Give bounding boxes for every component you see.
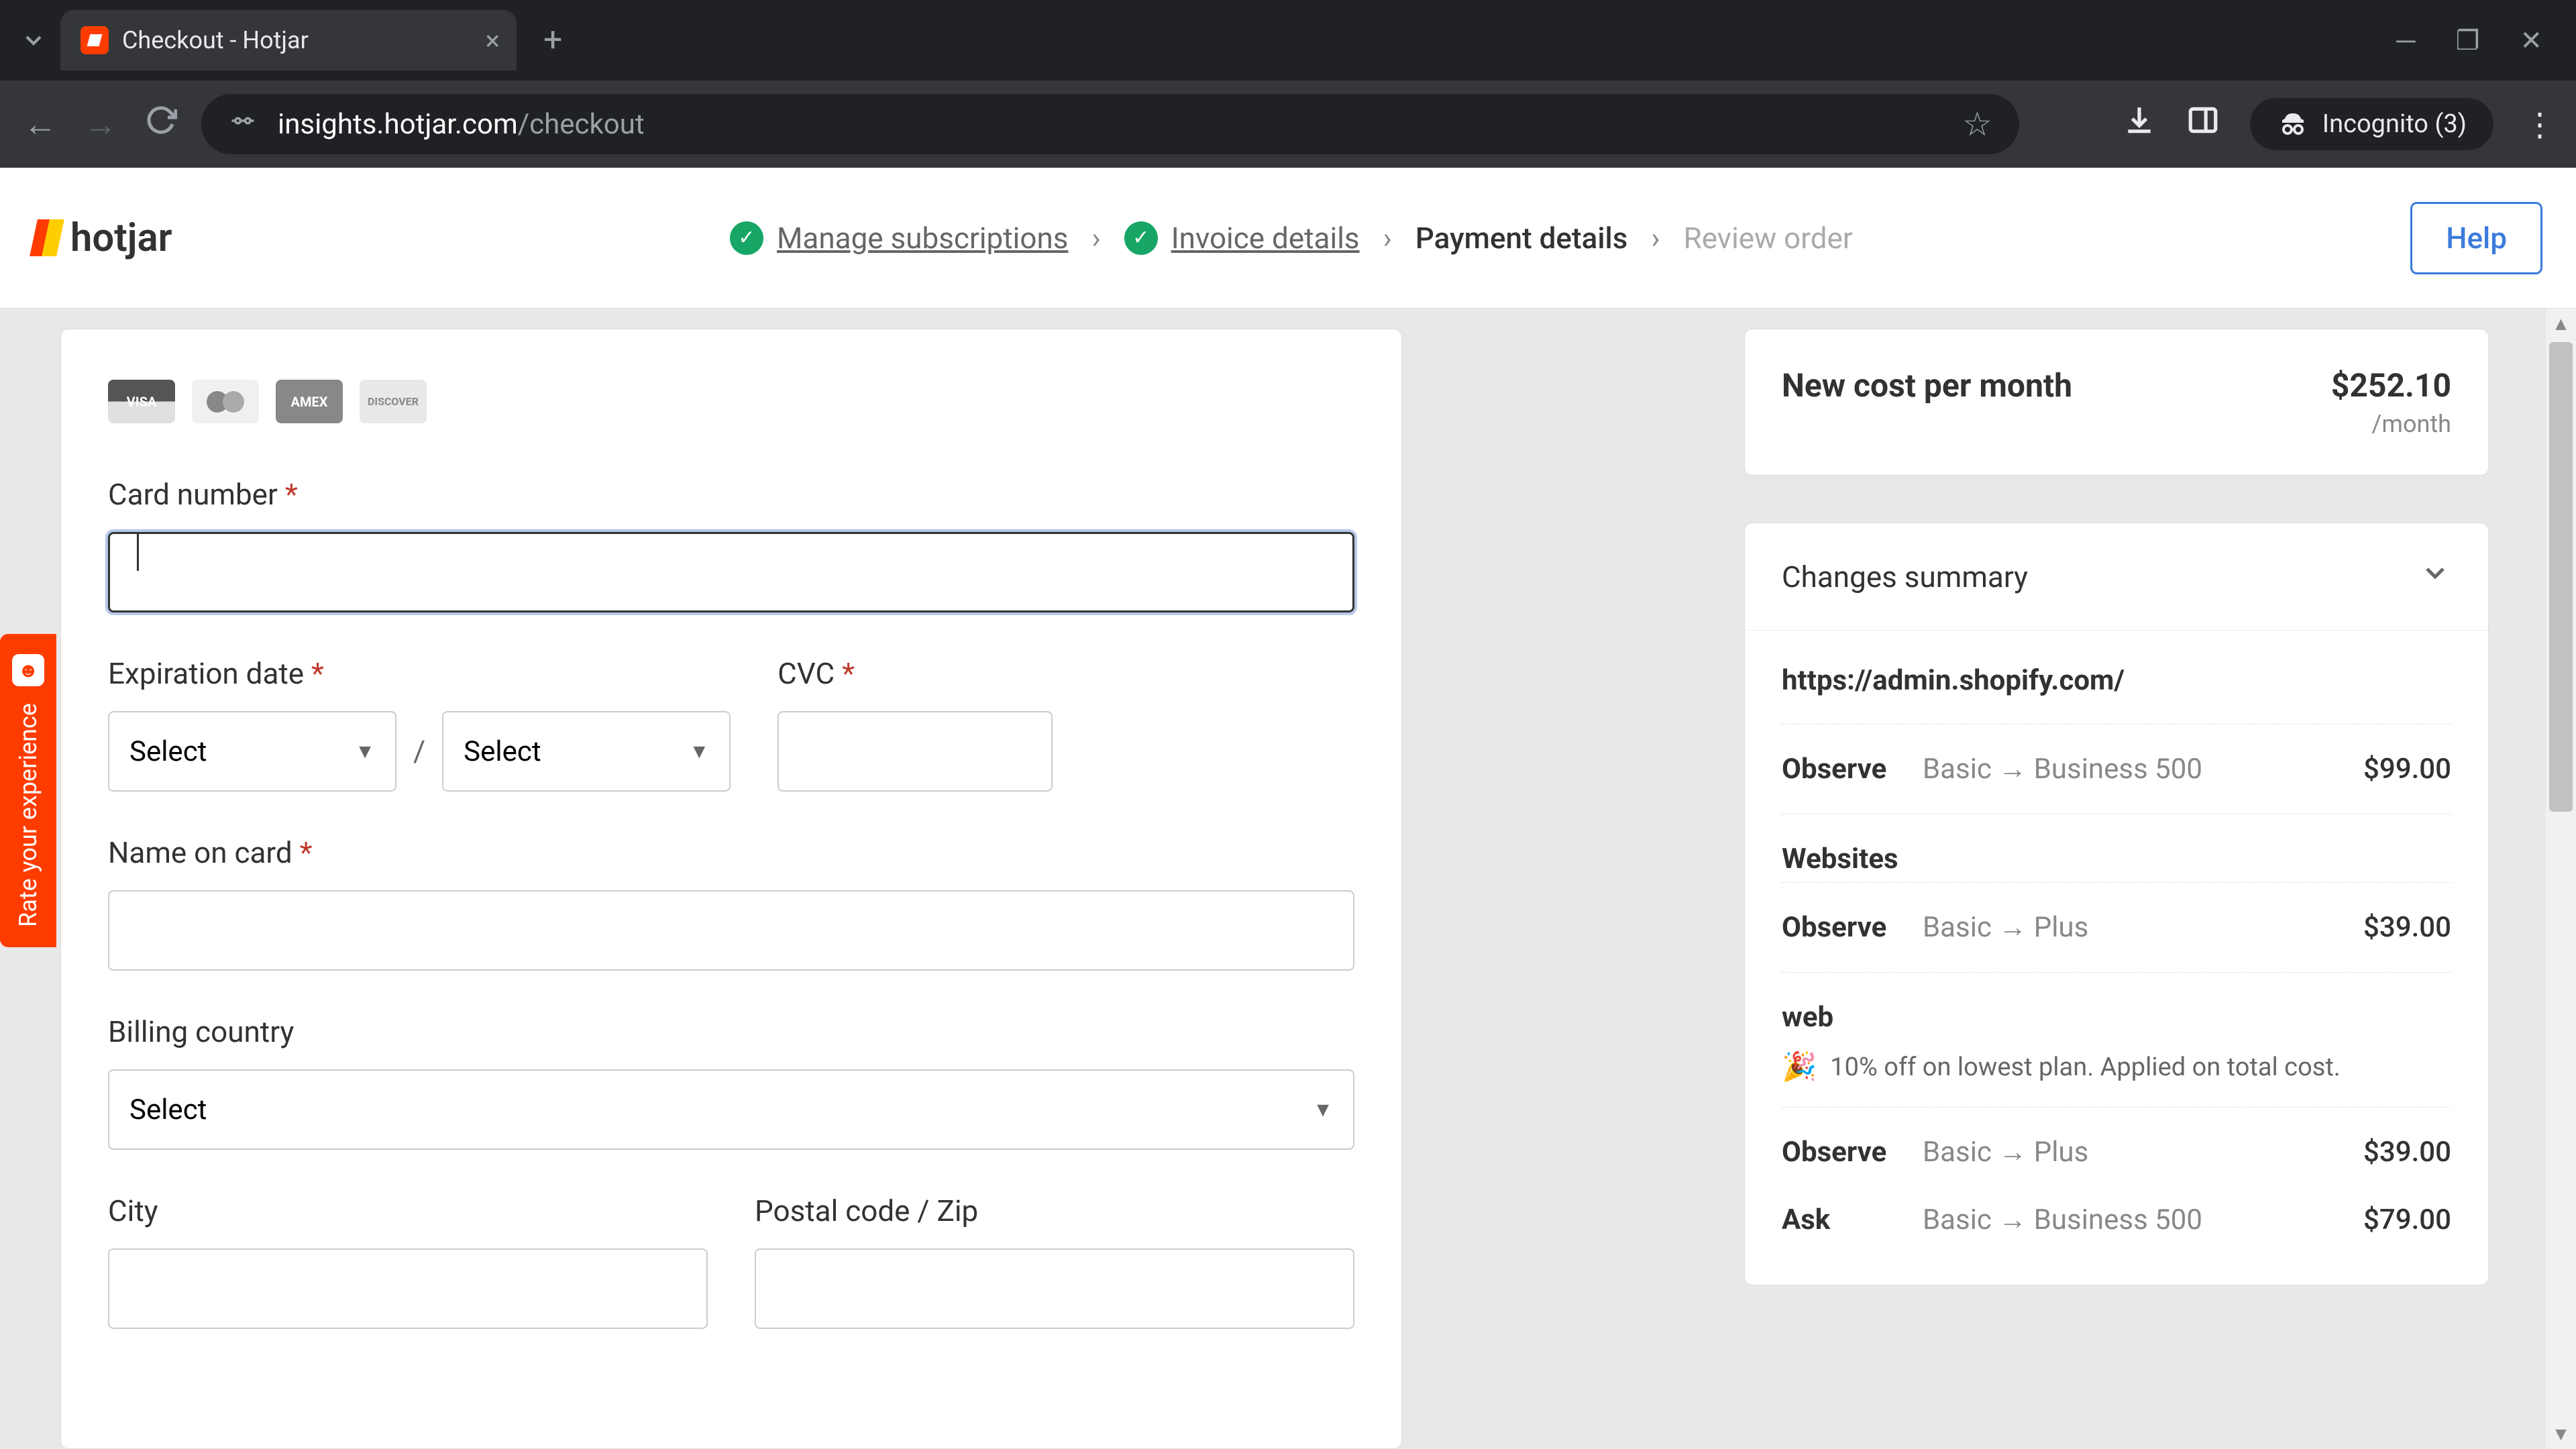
order-summary: New cost per month $252.10 /month Change… [1744, 329, 2489, 1449]
close-window-button[interactable]: ✕ [2520, 25, 2542, 56]
expiration-month-select[interactable]: Select ▼ [108, 711, 396, 792]
cost-amount: $252.10 [2331, 366, 2451, 405]
browser-chrome: Checkout - Hotjar × + ─ ❐ ✕ ← → insights… [0, 0, 2576, 168]
city-input[interactable] [108, 1248, 708, 1329]
chevron-down-icon: ▼ [355, 740, 375, 763]
changes-summary-card: Changes summary https://admin.shopify.co… [1744, 523, 2489, 1285]
date-separator: / [413, 734, 425, 769]
name-on-card-label: Name on card * [108, 835, 1354, 870]
address-bar[interactable]: insights.hotjar.com/checkout ☆ [201, 94, 2019, 154]
hotjar-logo-mark [34, 219, 60, 256]
scroll-up-arrow[interactable]: ▲ [2546, 309, 2576, 339]
crumb-invoice-details[interactable]: ✓ Invoice details [1124, 221, 1360, 256]
expiration-year-select[interactable]: Select ▼ [442, 711, 731, 792]
cost-period: /month [2331, 410, 2451, 438]
name-on-card-input[interactable] [108, 890, 1354, 971]
billing-country-select[interactable]: Select ▼ [108, 1069, 1354, 1150]
party-icon: 🎉 [1782, 1051, 1817, 1083]
incognito-badge[interactable]: Incognito (3) [2250, 98, 2493, 150]
card-number-label: Card number * [108, 477, 1354, 512]
mastercard-icon [192, 380, 259, 423]
discover-icon: DISCOVER [360, 380, 427, 423]
chevron-down-icon [2419, 557, 2451, 596]
discount-note: 🎉 10% off on lowest plan. Applied on tot… [1782, 1040, 2451, 1107]
postal-code-input[interactable] [755, 1248, 1354, 1329]
back-button[interactable]: ← [20, 105, 60, 144]
app-header: hotjar ✓ Manage subscriptions › ✓ Invoic… [0, 168, 2576, 309]
menu-icon[interactable]: ⋮ [2524, 105, 2556, 144]
card-number-input[interactable] [108, 532, 1354, 612]
chevron-right-icon: › [1651, 221, 1660, 256]
feedback-tab[interactable]: Rate your experience ☻ [0, 634, 56, 947]
site-url: https://admin.shopify.com/ [1782, 631, 2451, 724]
cvc-label: CVC * [777, 656, 1354, 691]
change-row: Observe Basic → Plus $39.00 [1782, 882, 2451, 972]
smiley-icon: ☻ [12, 654, 44, 686]
change-row: Observe Basic → Business 500 $99.00 [1782, 724, 2451, 814]
site-url: Websites [1782, 814, 2451, 882]
chevron-right-icon: › [1091, 221, 1100, 256]
chevron-down-icon: ▼ [1313, 1098, 1333, 1122]
downloads-icon[interactable] [2123, 103, 2156, 145]
amex-icon: AMEX [276, 380, 343, 423]
help-button[interactable]: Help [2410, 202, 2542, 274]
new-tab-button[interactable]: + [543, 21, 562, 60]
site-url: web [1782, 972, 2451, 1040]
reload-button[interactable] [141, 104, 181, 145]
city-label: City [108, 1193, 708, 1228]
changes-body: https://admin.shopify.com/ Observe Basic… [1745, 631, 2488, 1285]
check-icon: ✓ [730, 221, 763, 255]
side-panel-icon[interactable] [2186, 103, 2220, 145]
scrollbar[interactable]: ▲ ▼ [2546, 309, 2576, 1449]
tab-search-dropdown[interactable] [13, 20, 54, 60]
bookmark-icon[interactable]: ☆ [1962, 105, 1992, 144]
crumb-review-order: Review order [1684, 221, 1853, 256]
postal-code-label: Postal code / Zip [755, 1193, 1354, 1228]
close-tab-icon[interactable]: × [486, 25, 500, 56]
crumb-payment-details: Payment details [1415, 221, 1628, 256]
cost-label: New cost per month [1782, 366, 2072, 405]
chevron-down-icon: ▼ [689, 740, 709, 763]
changes-summary-toggle[interactable]: Changes summary [1745, 523, 2488, 631]
scroll-down-arrow[interactable]: ▼ [2546, 1419, 2576, 1449]
hotjar-favicon [80, 26, 109, 54]
expiration-label: Expiration date * [108, 656, 731, 691]
checkout-breadcrumb: ✓ Manage subscriptions › ✓ Invoice detai… [730, 221, 1853, 256]
crumb-manage-subscriptions[interactable]: ✓ Manage subscriptions [730, 221, 1068, 256]
hotjar-logo[interactable]: hotjar [34, 215, 172, 261]
card-brand-logos: VISA AMEX DISCOVER [108, 380, 1354, 423]
scroll-thumb[interactable] [2549, 342, 2573, 812]
minimize-button[interactable]: ─ [2396, 25, 2415, 56]
window-controls: ─ ❐ ✕ [2396, 25, 2563, 56]
change-row: Ask Basic → Business 500 $79.00 [1782, 1197, 2451, 1265]
chevron-right-icon: › [1383, 221, 1392, 256]
change-row: Observe Basic → Plus $39.00 [1782, 1107, 2451, 1197]
page-content: hotjar ✓ Manage subscriptions › ✓ Invoic… [0, 168, 2576, 1449]
cvc-input[interactable] [777, 711, 1053, 792]
tab-title: Checkout - Hotjar [122, 26, 309, 54]
cost-card: New cost per month $252.10 /month [1744, 329, 2489, 476]
browser-toolbar: ← → insights.hotjar.com/checkout ☆ Incog… [0, 80, 2576, 168]
check-icon: ✓ [1124, 221, 1158, 255]
browser-tab[interactable]: Checkout - Hotjar × [60, 10, 517, 70]
site-info-icon[interactable] [228, 106, 258, 143]
billing-country-label: Billing country [108, 1014, 1354, 1049]
forward-button[interactable]: → [80, 105, 121, 144]
tab-strip: Checkout - Hotjar × + ─ ❐ ✕ [0, 0, 2576, 80]
visa-icon: VISA [108, 380, 175, 423]
url-text: insights.hotjar.com/checkout [278, 108, 1942, 141]
payment-form: VISA AMEX DISCOVER Card number * Expirat… [60, 329, 1402, 1449]
maximize-button[interactable]: ❐ [2456, 25, 2480, 56]
